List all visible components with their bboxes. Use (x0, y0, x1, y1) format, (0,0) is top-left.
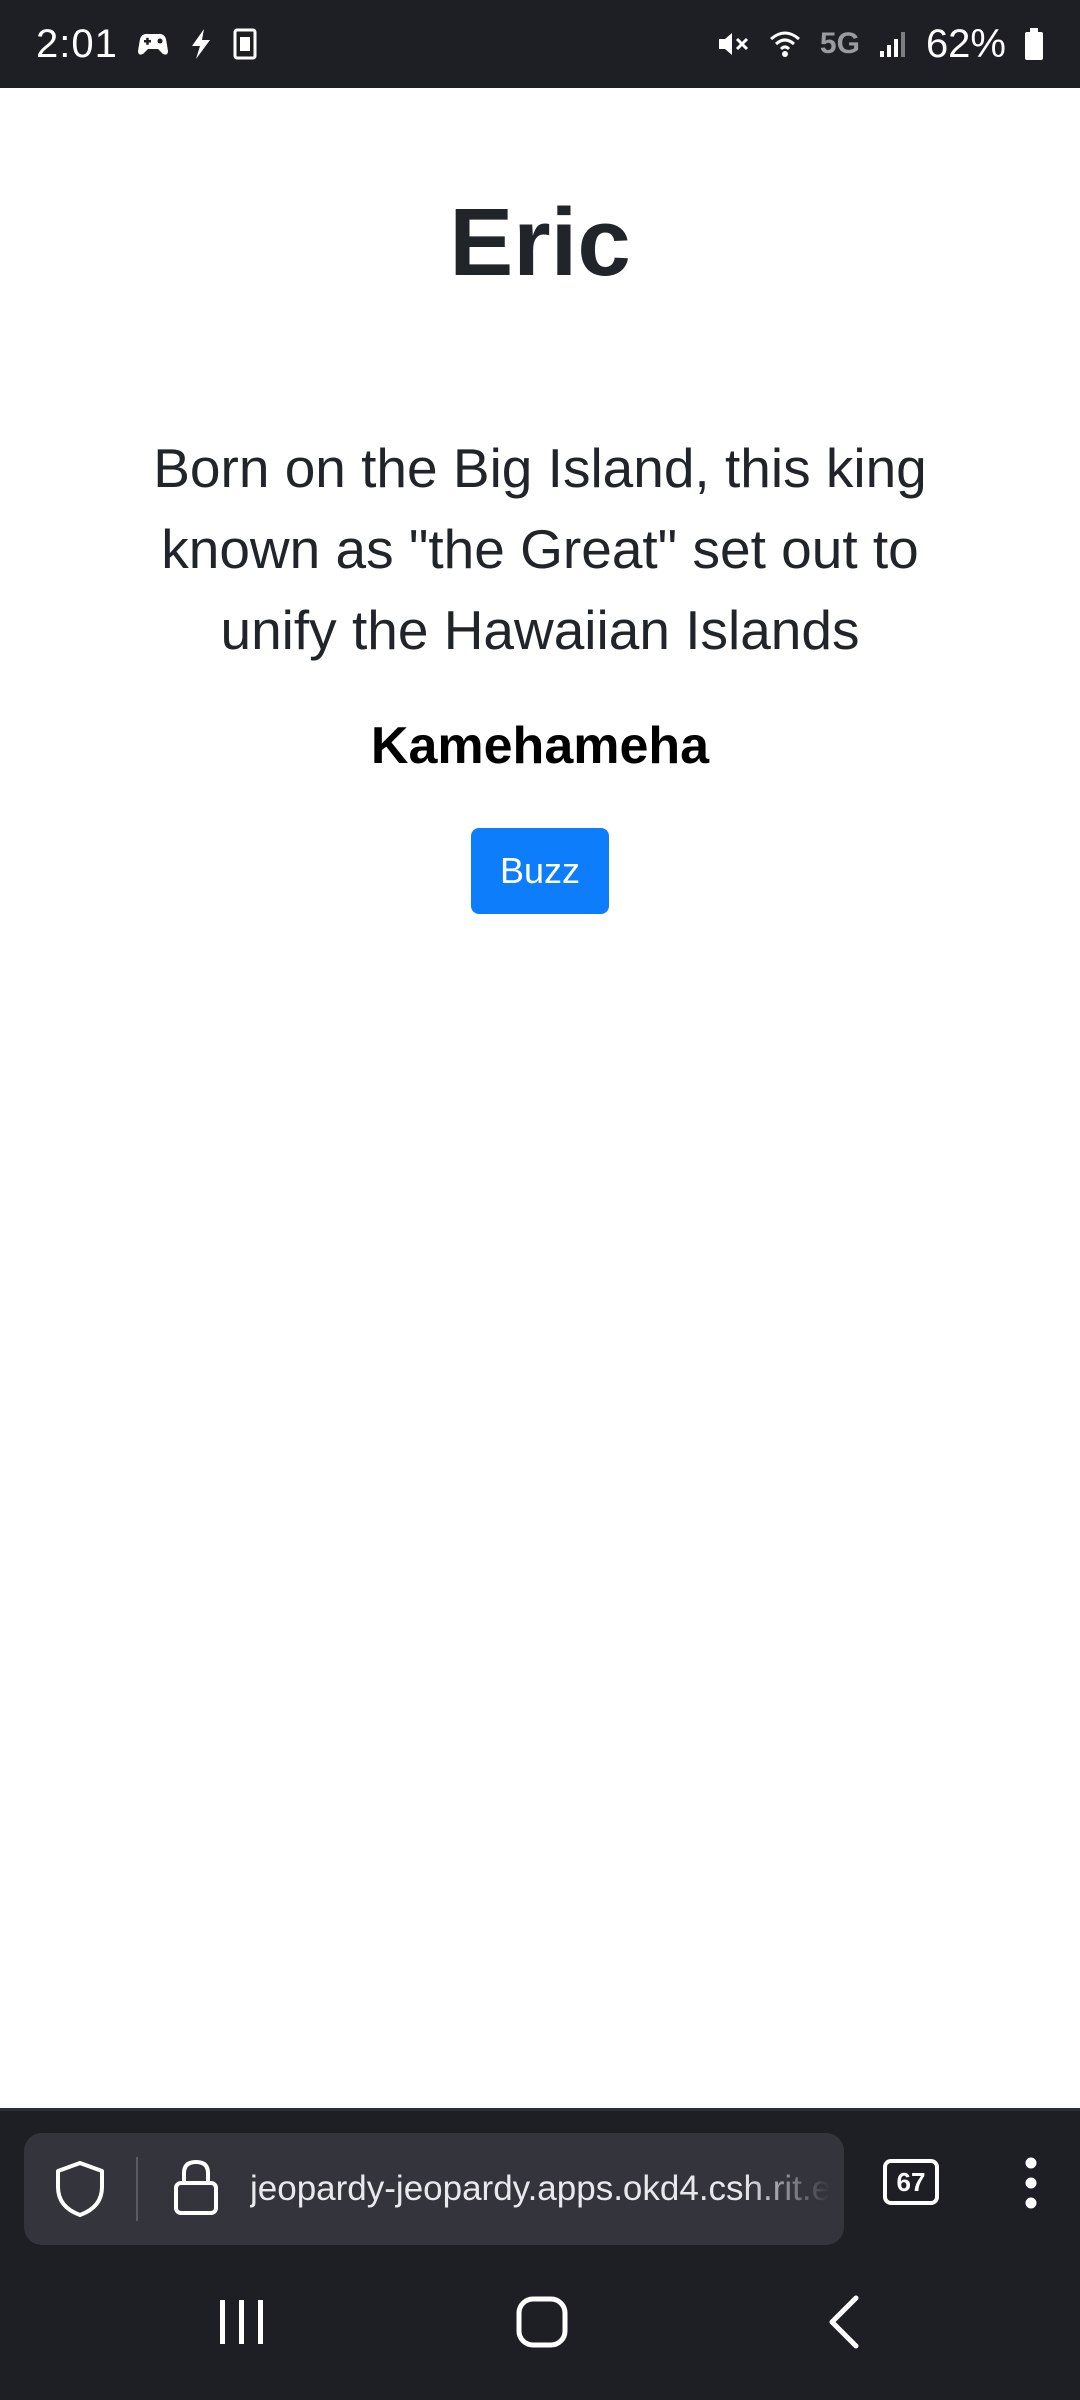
game-controller-icon (136, 29, 170, 59)
address-bar[interactable]: jeopardy-jeopardy.apps.okd4.csh.rit.edu (24, 2133, 844, 2245)
battery-icon (1024, 27, 1044, 61)
browser-toolbar: jeopardy-jeopardy.apps.okd4.csh.rit.edu … (0, 2108, 1080, 2250)
status-left: 2:01 (36, 22, 258, 67)
screen: 2:01 5G 62% Eric Born on the Big Island,… (0, 0, 1080, 2400)
buzz-button[interactable]: Buzz (471, 828, 609, 914)
answer-text: Kamehameha (370, 717, 710, 775)
navigation-bar (0, 2250, 1080, 2400)
clue-text: Born on the Big Island, this king known … (153, 437, 927, 661)
mute-icon (716, 28, 750, 60)
more-menu-icon[interactable] (1016, 2155, 1046, 2220)
player-name: Eric (449, 189, 631, 296)
signal-icon (878, 29, 908, 59)
tabs-button[interactable]: 67 (883, 2159, 939, 2205)
home-icon[interactable] (514, 2294, 570, 2355)
page-content: Eric Born on the Big Island, this king k… (0, 88, 1080, 2108)
address-divider (136, 2157, 138, 2221)
status-right: 5G 62% (716, 22, 1044, 67)
shield-icon[interactable] (52, 2159, 108, 2224)
battery-percent: 62% (925, 21, 1006, 66)
lock-icon[interactable] (170, 2157, 222, 2224)
network-type: 5G (819, 27, 860, 60)
status-time: 2:01 (36, 21, 118, 66)
url-text[interactable]: jeopardy-jeopardy.apps.okd4.csh.rit.edu (250, 2133, 830, 2245)
status-bar: 2:01 5G 62% (0, 0, 1080, 88)
recent-apps-icon[interactable] (216, 2294, 268, 2355)
bolt-icon (188, 28, 214, 60)
wifi-icon (768, 27, 802, 61)
back-icon[interactable] (824, 2294, 864, 2355)
sim-icon (232, 28, 258, 60)
